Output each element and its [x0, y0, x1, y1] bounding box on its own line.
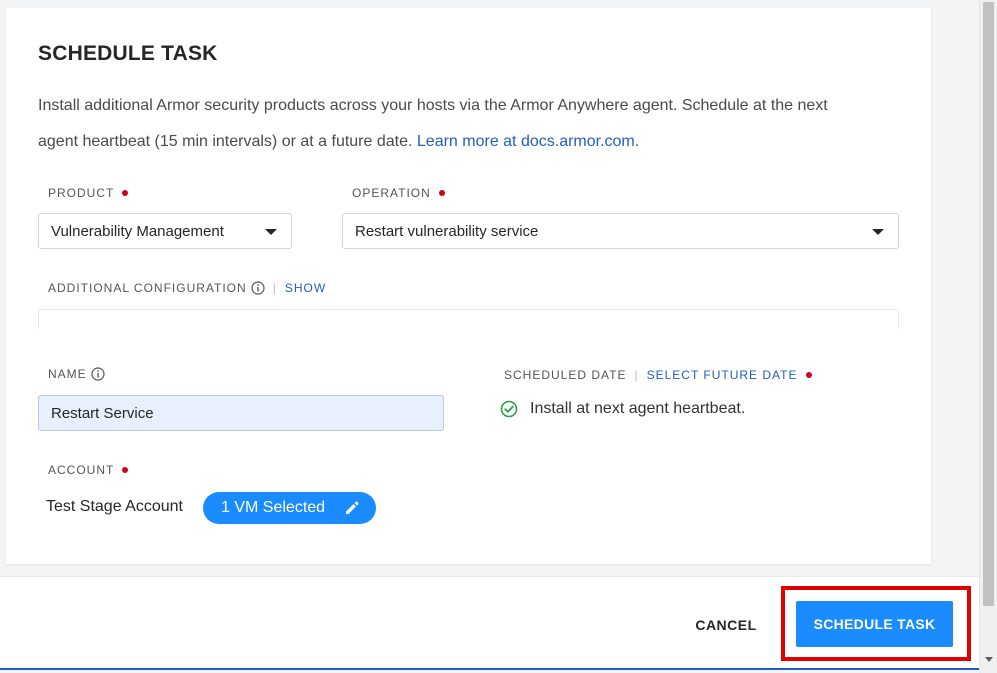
additional-config-panel — [38, 309, 899, 329]
info-icon[interactable] — [91, 367, 105, 381]
scheduled-date-label-text: SCHEDULED DATE — [504, 368, 627, 382]
chevron-down-icon — [872, 229, 884, 235]
additional-config-label: ADDITIONAL CONFIGURATION | SHOW — [48, 281, 326, 295]
schedule-status-text: Install at next agent heartbeat. — [530, 400, 746, 417]
operation-label: OPERATION — [352, 186, 445, 200]
product-select-value: Vulnerability Management — [51, 222, 224, 240]
page-description: Install additional Armor security produc… — [38, 88, 858, 160]
product-label-text: PRODUCT — [48, 186, 115, 200]
additional-config-label-text: ADDITIONAL CONFIGURATION — [48, 281, 247, 295]
required-indicator — [122, 190, 129, 196]
operation-select-value: Restart vulnerability service — [355, 222, 539, 240]
divider: | — [272, 281, 277, 295]
product-label: PRODUCT — [48, 186, 129, 200]
info-icon[interactable] — [251, 281, 265, 295]
page-title: SCHEDULE TASK — [38, 42, 218, 65]
scrollbar-thumb[interactable] — [983, 2, 994, 606]
schedule-task-card: SCHEDULE TASK Install additional Armor s… — [6, 8, 931, 564]
schedule-status: Install at next agent heartbeat. — [500, 400, 745, 418]
vm-selection-button[interactable]: 1 VM Selected — [203, 492, 376, 524]
divider: | — [634, 368, 639, 382]
select-future-date-link[interactable]: SELECT FUTURE DATE — [647, 368, 798, 382]
scroll-down-arrow-icon[interactable] — [985, 657, 993, 662]
operation-label-text: OPERATION — [352, 186, 431, 200]
account-label: ACCOUNT — [48, 463, 129, 477]
name-label: NAME — [48, 367, 105, 381]
check-circle-icon — [500, 400, 518, 418]
required-indicator — [805, 372, 812, 378]
description-end: . — [634, 133, 640, 150]
learn-more-link[interactable]: Learn more at docs.armor.com — [417, 133, 635, 150]
page-viewport: SCHEDULE TASK Install additional Armor s… — [0, 0, 979, 668]
cancel-button[interactable]: CANCEL — [676, 615, 776, 635]
required-indicator — [438, 190, 445, 196]
name-input[interactable]: Restart Service — [38, 395, 444, 431]
name-input-value: Restart Service — [51, 404, 154, 422]
vm-selection-label: 1 VM Selected — [221, 499, 326, 516]
product-select[interactable]: Vulnerability Management — [38, 213, 292, 249]
window-bottom-border — [0, 668, 979, 670]
account-name: Test Stage Account — [46, 498, 183, 515]
pencil-icon — [346, 501, 359, 514]
operation-select[interactable]: Restart vulnerability service — [342, 213, 899, 249]
show-config-link[interactable]: SHOW — [285, 281, 326, 295]
highlight-box — [781, 586, 971, 661]
chevron-down-icon — [265, 229, 277, 235]
scrollbar[interactable] — [979, 0, 997, 673]
required-indicator — [122, 467, 129, 473]
name-label-text: NAME — [48, 367, 87, 381]
scheduled-date-label: SCHEDULED DATE | SELECT FUTURE DATE — [504, 368, 812, 382]
account-label-text: ACCOUNT — [48, 463, 115, 477]
